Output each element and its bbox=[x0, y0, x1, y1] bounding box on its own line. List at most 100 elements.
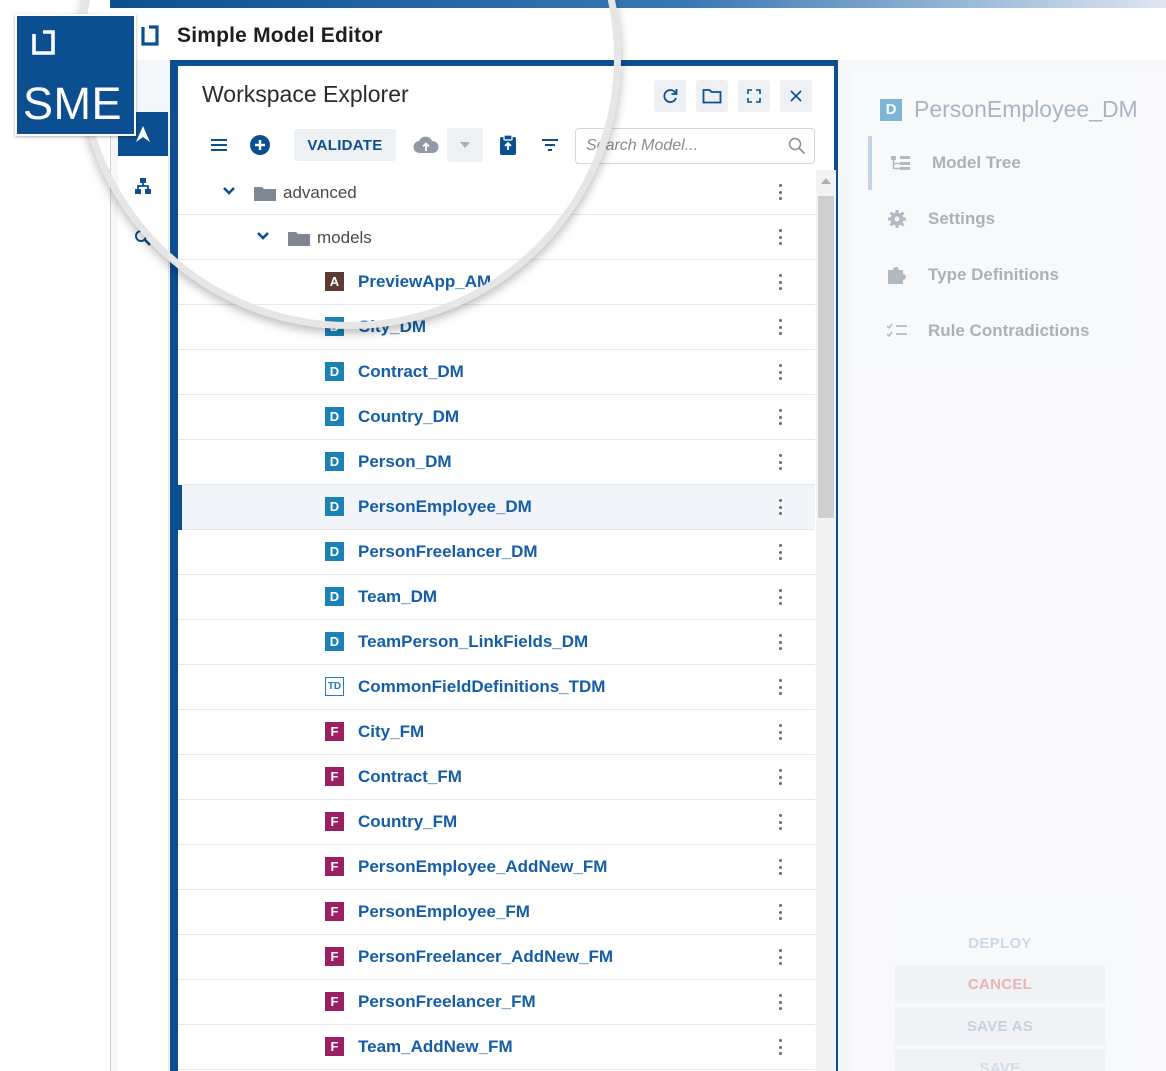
filter-button[interactable] bbox=[535, 130, 565, 160]
model-label[interactable]: Country_FM bbox=[358, 812, 457, 832]
sme-logo-icon bbox=[32, 30, 55, 55]
nav-rule-contradictions[interactable]: Rule Contradictions bbox=[868, 304, 1138, 358]
model-row[interactable]: TD CommonFieldDefinitions_TDM bbox=[178, 665, 815, 710]
model-row[interactable]: F PersonEmployee_FM bbox=[178, 890, 815, 935]
puzzle-icon bbox=[886, 265, 908, 285]
add-model-button[interactable] bbox=[245, 130, 275, 160]
tree-scrollbar[interactable] bbox=[816, 170, 836, 1071]
model-label[interactable]: PersonFreelancer_DM bbox=[358, 542, 538, 562]
model-label[interactable]: Contract_DM bbox=[358, 362, 464, 382]
nav-label: Type Definitions bbox=[928, 265, 1059, 284]
chevron-down-icon[interactable] bbox=[256, 229, 270, 243]
model-row[interactable]: F PersonFreelancer_FM bbox=[178, 980, 815, 1025]
more-options-icon[interactable] bbox=[776, 992, 784, 1012]
model-row[interactable]: D Person_DM bbox=[178, 440, 815, 485]
nav-type-definitions[interactable]: Type Definitions bbox=[868, 248, 1138, 302]
folder-row[interactable]: advanced bbox=[178, 170, 815, 215]
model-label[interactable]: City_DM bbox=[358, 317, 426, 337]
add-circle-icon bbox=[250, 135, 270, 155]
model-row[interactable]: F PersonFreelancer_AddNew_FM bbox=[178, 935, 815, 980]
model-type-badge: F bbox=[325, 722, 344, 741]
model-row[interactable]: F PersonEmployee_AddNew_FM bbox=[178, 845, 815, 890]
more-options-icon[interactable] bbox=[776, 632, 784, 652]
model-type-badge: D bbox=[325, 542, 344, 561]
more-options-icon[interactable] bbox=[776, 182, 784, 202]
model-row[interactable]: D TeamPerson_LinkFields_DM bbox=[178, 620, 815, 665]
refresh-button[interactable] bbox=[654, 80, 686, 112]
detail-badge: D bbox=[880, 98, 902, 121]
paste-button[interactable] bbox=[493, 130, 523, 160]
model-row[interactable]: D Country_DM bbox=[178, 395, 815, 440]
more-options-icon[interactable] bbox=[776, 767, 784, 787]
more-options-icon[interactable] bbox=[776, 227, 784, 247]
model-label[interactable]: CommonFieldDefinitions_TDM bbox=[358, 677, 605, 697]
more-options-icon[interactable] bbox=[776, 407, 784, 427]
folder-row[interactable]: models bbox=[178, 215, 815, 260]
close-panel-button[interactable] bbox=[780, 80, 812, 112]
model-row[interactable]: D Contract_DM bbox=[178, 350, 815, 395]
model-label[interactable]: PersonFreelancer_AddNew_FM bbox=[358, 947, 613, 967]
model-row[interactable]: F Contract_FM bbox=[178, 755, 815, 800]
model-row[interactable]: A PreviewApp_AM bbox=[178, 260, 815, 305]
rail-search-button[interactable] bbox=[118, 216, 168, 260]
model-row[interactable]: D Team_DM bbox=[178, 575, 815, 620]
more-options-icon[interactable] bbox=[776, 452, 784, 472]
model-row[interactable]: F Country_FM bbox=[178, 800, 815, 845]
chevron-down-icon[interactable] bbox=[222, 184, 236, 198]
nav-settings[interactable]: Settings bbox=[868, 192, 1138, 246]
search-input[interactable] bbox=[586, 129, 776, 163]
nav-label: Settings bbox=[928, 209, 996, 228]
more-options-icon[interactable] bbox=[776, 812, 784, 832]
more-options-icon[interactable] bbox=[776, 272, 784, 292]
folder-label: advanced bbox=[283, 183, 357, 202]
validate-button[interactable]: VALIDATE bbox=[294, 129, 396, 161]
more-options-icon[interactable] bbox=[776, 902, 784, 922]
deploy-dropdown-button[interactable] bbox=[447, 128, 483, 162]
model-label[interactable]: PersonEmployee_AddNew_FM bbox=[358, 857, 607, 877]
cancel-button[interactable]: CANCEL bbox=[895, 965, 1105, 1003]
more-options-icon[interactable] bbox=[776, 497, 784, 517]
model-label[interactable]: TeamPerson_LinkFields_DM bbox=[358, 632, 588, 652]
model-type-badge: TD bbox=[325, 677, 344, 696]
deploy-cloud-button[interactable] bbox=[408, 130, 444, 160]
model-row[interactable]: D City_DM bbox=[178, 305, 815, 350]
more-options-icon[interactable] bbox=[776, 542, 784, 562]
model-type-badge: D bbox=[325, 632, 344, 651]
menu-button[interactable] bbox=[204, 130, 234, 160]
model-label[interactable]: Contract_FM bbox=[358, 767, 462, 787]
model-label[interactable]: Team_DM bbox=[358, 587, 437, 607]
model-label[interactable]: City_FM bbox=[358, 722, 424, 742]
more-options-icon[interactable] bbox=[776, 947, 784, 967]
rail-hierarchy-button[interactable] bbox=[118, 164, 168, 208]
more-options-icon[interactable] bbox=[776, 857, 784, 877]
more-options-icon[interactable] bbox=[776, 317, 784, 337]
more-options-icon[interactable] bbox=[776, 722, 784, 742]
more-options-icon[interactable] bbox=[776, 362, 784, 382]
hierarchy-icon bbox=[135, 178, 151, 194]
model-label[interactable]: PersonFreelancer_FM bbox=[358, 992, 536, 1012]
save-button[interactable]: SAVE bbox=[895, 1049, 1105, 1071]
model-row[interactable]: F Team_AddNew_FM bbox=[178, 1025, 815, 1070]
folder-icon bbox=[254, 187, 276, 201]
model-label[interactable]: Country_DM bbox=[358, 407, 459, 427]
open-folder-button[interactable] bbox=[696, 80, 728, 112]
fullscreen-button[interactable] bbox=[738, 80, 770, 112]
model-label[interactable]: PreviewApp_AM bbox=[358, 272, 491, 292]
scroll-thumb[interactable] bbox=[818, 196, 834, 518]
model-row[interactable]: D PersonEmployee_DM bbox=[178, 485, 815, 530]
model-label[interactable]: PersonEmployee_FM bbox=[358, 902, 530, 922]
model-row[interactable]: F City_FM bbox=[178, 710, 815, 755]
model-type-badge: A bbox=[325, 272, 344, 291]
more-options-icon[interactable] bbox=[776, 587, 784, 607]
save-as-button[interactable]: SAVE AS bbox=[895, 1007, 1105, 1045]
more-options-icon[interactable] bbox=[776, 1037, 784, 1057]
model-label[interactable]: PersonEmployee_DM bbox=[358, 497, 532, 517]
scroll-up-arrow-icon[interactable] bbox=[821, 178, 831, 184]
more-options-icon[interactable] bbox=[776, 677, 784, 697]
model-row[interactable]: D PersonFreelancer_DM bbox=[178, 530, 815, 575]
model-label[interactable]: Person_DM bbox=[358, 452, 452, 472]
deploy-button[interactable]: DEPLOY bbox=[895, 924, 1105, 962]
nav-model-tree[interactable]: Model Tree bbox=[868, 136, 1142, 190]
search-icon[interactable] bbox=[788, 137, 806, 155]
model-label[interactable]: Team_AddNew_FM bbox=[358, 1037, 513, 1057]
